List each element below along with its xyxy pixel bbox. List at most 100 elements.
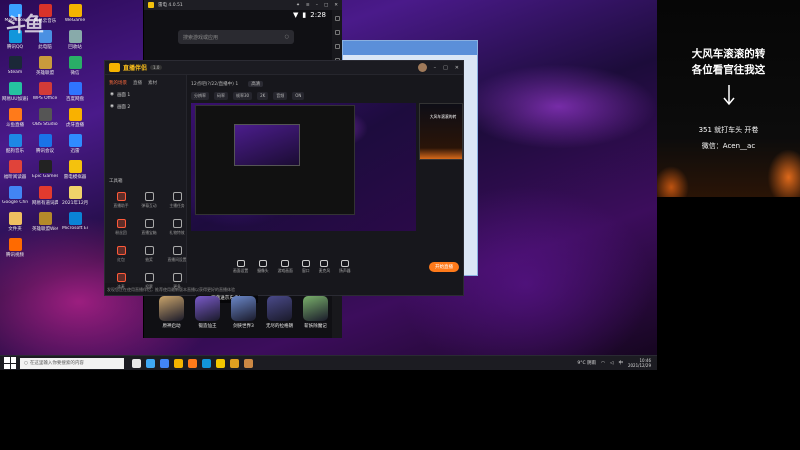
game-search-input[interactable]: 搜索游戏或应用 ○ — [178, 30, 294, 44]
desktop-icon[interactable]: 英雄联盟 — [32, 56, 58, 76]
control-button[interactable]: 画面设置 — [233, 260, 248, 274]
scene-item[interactable]: ◉ 画面 1 — [105, 89, 186, 101]
desktop-icon[interactable]: Epic Games — [32, 160, 58, 179]
tool-item[interactable]: 直播宝箱 — [137, 219, 161, 236]
stage-chip[interactable]: ON — [292, 92, 305, 100]
stage-chip[interactable]: 帧率30 — [233, 92, 253, 100]
desktop-icon[interactable]: 文件夹 — [2, 212, 28, 232]
tool-label: 直播宝箱 — [141, 230, 157, 235]
tool-icon — [116, 273, 126, 282]
stream-preview[interactable] — [191, 103, 416, 231]
stage-chip[interactable]: 音频 — [273, 92, 288, 100]
maximize-icon[interactable]: □ — [324, 3, 328, 8]
control-label: 画面设置 — [233, 268, 249, 273]
stage-chip[interactable]: 2K — [257, 92, 269, 100]
desktop-icon[interactable]: 英雄联盟WeGame — [32, 212, 58, 232]
desktop-icon[interactable]: 百度网盘 — [62, 82, 88, 102]
volume-icon[interactable]: ◁ — [610, 361, 613, 366]
overlay-preview[interactable]: 大风车滚滚的转 — [419, 103, 463, 160]
avatar[interactable] — [417, 63, 427, 72]
taskbar-app-icon[interactable] — [160, 358, 169, 368]
desktop-icon[interactable]: Google Chrome — [2, 186, 28, 205]
eye-icon[interactable]: ◉ — [110, 92, 114, 98]
game-item[interactable]: 斩妖除魔记 — [300, 296, 331, 329]
tool-item[interactable]: 红包 — [109, 246, 133, 263]
stage-chip[interactable]: 分辨率 — [191, 92, 209, 100]
desktop-icon[interactable]: 网易UU加速器 — [2, 82, 28, 102]
stream-logo-icon — [109, 63, 120, 72]
close-icon[interactable]: ✕ — [334, 3, 338, 8]
stream-tool-window[interactable]: 直播伴侣 1.0 – □ ✕ 我的场景 直播 素材 ◉ 画面 1 ◉ 画面 2 工具箱 直… — [104, 60, 464, 296]
tool-item[interactable]: 主播任务 — [165, 192, 189, 209]
taskbar-app-icon[interactable] — [188, 358, 197, 368]
desktop-icon[interactable]: 腾讯会议 — [32, 134, 58, 154]
network-icon[interactable]: ◠ — [601, 361, 605, 366]
desktop-icon[interactable]: 腾讯视频 — [2, 238, 28, 258]
tab-2[interactable]: 素材 — [148, 80, 157, 86]
game-item[interactable]: 无尽的拉格朗 — [264, 296, 295, 329]
taskbar-clock[interactable]: 10:46 2021/12/29 — [628, 358, 651, 368]
stream-tool-titlebar[interactable]: 直播伴侣 1.0 – □ ✕ — [105, 61, 463, 75]
desktop-icon[interactable]: OBS Studio — [32, 108, 58, 127]
ime-icon[interactable]: 中 — [618, 360, 623, 366]
desktop-icon[interactable]: Steam — [2, 56, 28, 75]
weather-text[interactable]: 9°C 阴雨 — [577, 360, 596, 366]
tool-item[interactable]: 直播助手 — [109, 192, 133, 209]
desktop-icon[interactable]: 2021年12月 — [62, 186, 88, 206]
desktop-icon[interactable]: 虎牙直播 — [62, 108, 88, 128]
control-button[interactable]: 扬声器 — [339, 260, 351, 274]
game-item[interactable]: 原神启动 — [156, 296, 187, 329]
desktop-icon[interactable]: 斗鱼直播 — [2, 108, 28, 128]
tool-item[interactable]: 礼物特效 — [165, 219, 189, 236]
game-item[interactable]: 剑侠世界3 — [228, 296, 259, 329]
tab-1[interactable]: 直播 — [133, 80, 142, 86]
taskbar-app-icon[interactable] — [146, 358, 155, 368]
taskbar-app-icon[interactable] — [230, 358, 239, 368]
taskbar-app-icon[interactable] — [244, 358, 253, 368]
scene-item[interactable]: ◉ 画面 2 — [105, 101, 186, 113]
tool-item[interactable]: 直播间设置 — [165, 246, 189, 263]
game-thumbnail — [231, 296, 256, 321]
control-button[interactable]: 麦克风 — [319, 260, 330, 274]
emulator-title: 雷电 4.0.51 — [158, 3, 183, 8]
desktop-icon[interactable]: Microsoft Edge — [62, 212, 88, 231]
control-button[interactable]: 游戏画面 — [278, 260, 293, 274]
desktop-icon[interactable]: WPS Office — [32, 82, 58, 101]
emulator-titlebar[interactable]: 雷电 4.0.51 ✦ ≡ – □ ✕ — [144, 0, 342, 10]
volume-icon[interactable] — [334, 44, 340, 49]
taskbar-app-icon[interactable] — [216, 358, 225, 368]
stage-tag[interactable]: 高清 — [248, 81, 264, 87]
gamepad-icon[interactable]: ✦ — [296, 3, 300, 8]
desktop-icon[interactable]: 网易有道词典 — [32, 186, 58, 206]
desktop-icon[interactable]: 酷狗音乐 — [2, 134, 28, 154]
start-button[interactable] — [4, 357, 16, 369]
tool-item[interactable]: 抽奖 — [137, 246, 161, 263]
maximize-icon[interactable]: □ — [443, 65, 448, 71]
desktop-icon[interactable]: 福昕阅读器 — [2, 160, 28, 180]
desktop-icon[interactable]: WeGame — [62, 4, 88, 23]
tool-item[interactable]: 粉丝团 — [109, 219, 133, 236]
eye-icon[interactable]: ◉ — [110, 104, 114, 110]
control-button[interactable]: 摄像头 — [257, 260, 269, 274]
tab-0[interactable]: 我的场景 — [109, 80, 127, 86]
minimize-icon[interactable]: – — [434, 65, 437, 71]
stage-chip[interactable]: 码率 — [214, 92, 228, 100]
control-button[interactable]: 窗口 — [301, 260, 310, 274]
arrow-down-icon — [723, 85, 735, 106]
menu-icon[interactable]: ≡ — [306, 3, 310, 8]
go-live-button[interactable]: 开始直播 — [429, 262, 459, 272]
taskbar-app-icon[interactable] — [132, 358, 141, 368]
taskbar-search-input[interactable]: ○ 在这里输入你要搜索的内容 — [20, 357, 124, 369]
taskbar-app-icon[interactable] — [174, 358, 183, 368]
game-item[interactable]: 锻造仙王 — [192, 296, 223, 329]
close-icon[interactable]: ✕ — [455, 65, 459, 71]
desktop-icon[interactable]: 回收站 — [62, 30, 88, 50]
desktop-icon[interactable]: 迅雷 — [62, 134, 88, 154]
desktop-icon[interactable]: 微信 — [62, 56, 88, 76]
desktop-icon[interactable]: 雷电模拟器 — [62, 160, 88, 180]
tool-item[interactable]: 弹幕互动 — [137, 192, 161, 209]
minimize-icon[interactable]: – — [316, 3, 318, 8]
taskbar-app-icon[interactable] — [202, 358, 211, 368]
screenshot-icon[interactable] — [334, 30, 340, 35]
keyboard-icon[interactable] — [334, 16, 340, 21]
